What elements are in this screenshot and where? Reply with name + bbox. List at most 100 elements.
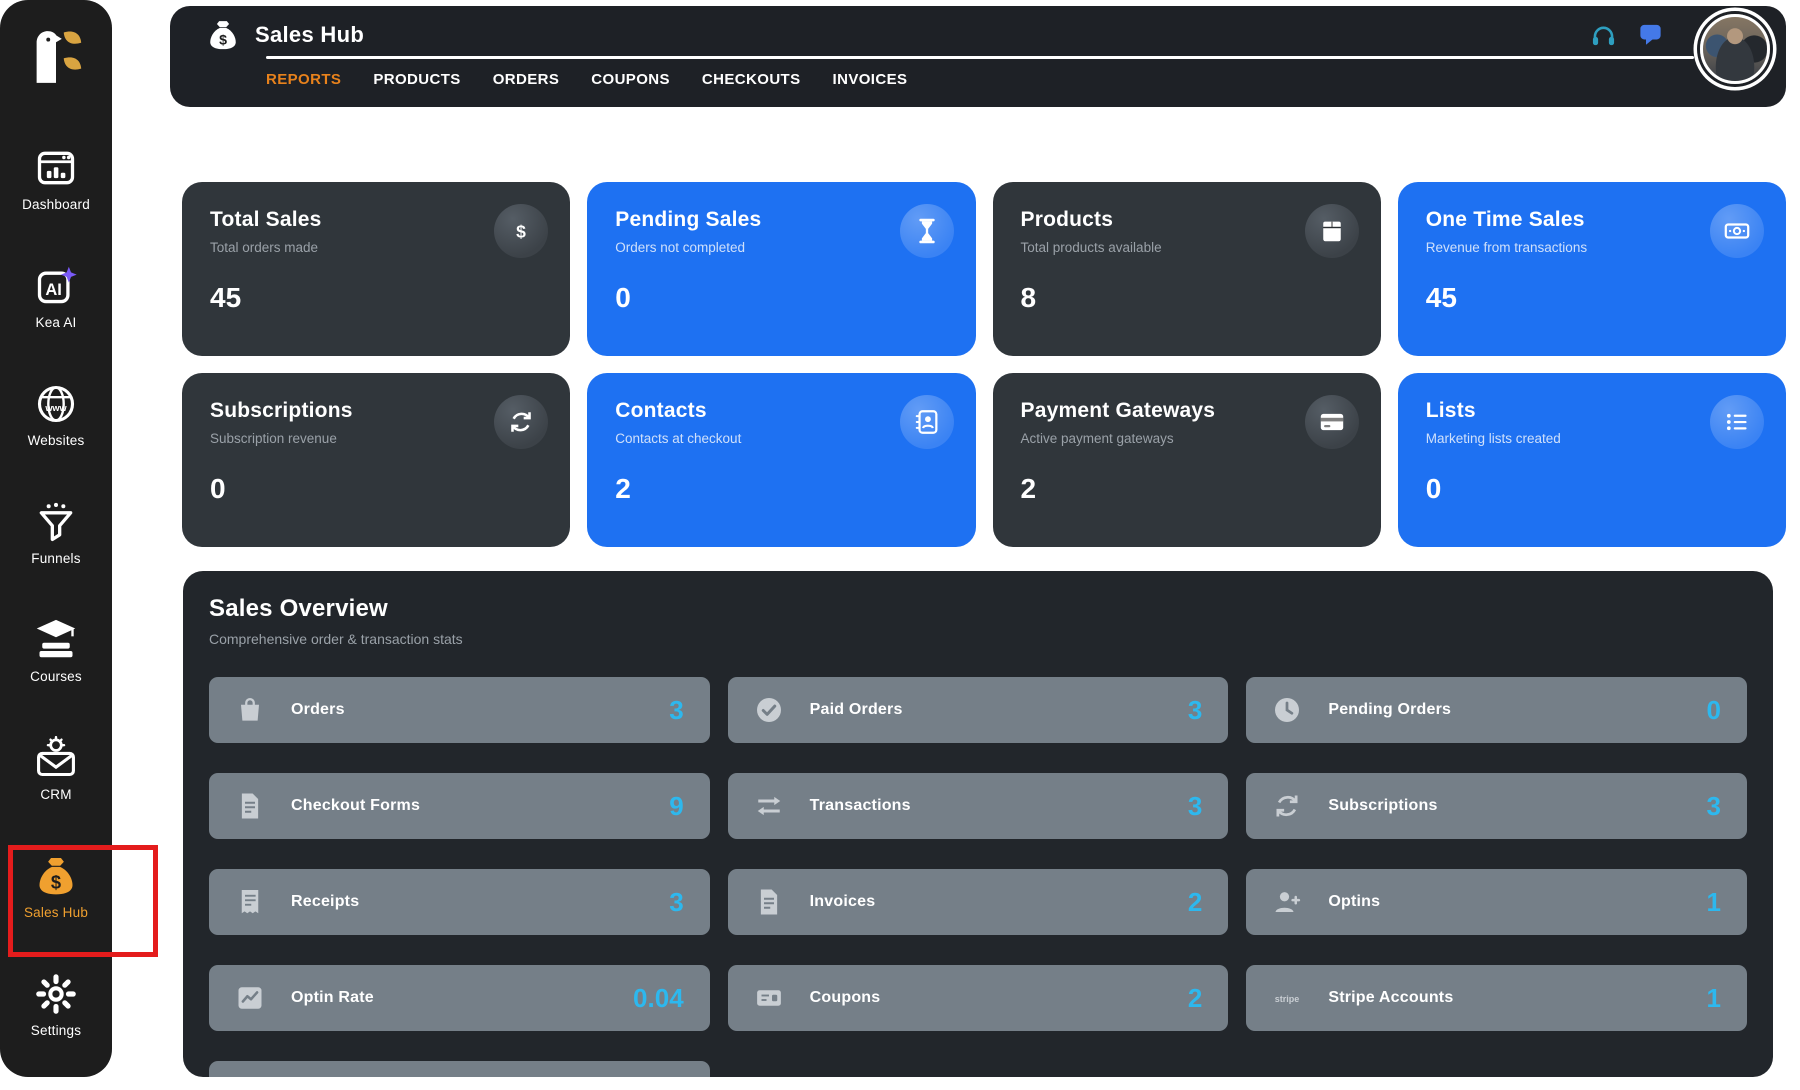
dollar-icon	[494, 204, 548, 258]
dashboard-icon	[34, 146, 78, 190]
graduation-cap-icon	[34, 618, 78, 662]
tab-reports[interactable]: REPORTS	[266, 71, 341, 88]
overview-label: Orders	[291, 701, 345, 719]
overview-label: Coupons	[810, 989, 881, 1007]
stat-card-products: Products Total products available 8	[993, 182, 1381, 356]
overview-label: Subscriptions	[1328, 797, 1437, 815]
tab-checkouts[interactable]: CHECKOUTS	[702, 71, 801, 88]
overview-value: 1	[1707, 983, 1721, 1014]
card-subtitle: Revenue from transactions	[1426, 240, 1758, 255]
headphones-icon[interactable]	[1590, 22, 1617, 49]
overview-value: 2	[1188, 983, 1202, 1014]
page-title: Sales Hub	[255, 22, 364, 48]
sidebar-item-dashboard[interactable]: Dashboard	[0, 146, 112, 218]
receipt-icon	[235, 887, 265, 917]
transfer-arrows-icon	[754, 791, 784, 821]
card-title: Products	[1021, 208, 1353, 232]
overview-row-optin-rate: Optin Rate 0.04	[209, 965, 710, 1031]
header-tabs: REPORTS PRODUCTS ORDERS COUPONS CHECKOUT…	[266, 71, 907, 88]
money-bag-icon	[34, 854, 78, 898]
box-icon	[1305, 204, 1359, 258]
kea-logo	[25, 26, 87, 90]
overview-label: Transactions	[810, 797, 911, 815]
sidebar-item-courses[interactable]: Courses	[0, 618, 112, 690]
overview-grid: Orders 3 Paid Orders 3 Pending Orders 0 …	[209, 677, 1747, 1077]
stat-card-one-time-sales: One Time Sales Revenue from transactions…	[1398, 182, 1786, 356]
overview-value: 3	[1188, 791, 1202, 822]
card-title: Lists	[1426, 399, 1758, 423]
card-value: 45	[1426, 282, 1758, 314]
overview-row-receipts: Receipts 3	[209, 869, 710, 935]
sidebar-item-sales-hub[interactable]: Sales Hub	[0, 854, 112, 926]
card-title: Subscriptions	[210, 399, 542, 423]
header-actions	[1590, 22, 1664, 49]
kea-ai-icon	[34, 264, 78, 308]
refresh-icon	[494, 395, 548, 449]
overview-value: 0	[1707, 695, 1721, 726]
overview-label: Optin Rate	[291, 989, 374, 1007]
overview-row-checkout-forms: Checkout Forms 9	[209, 773, 710, 839]
funnel-icon	[34, 500, 78, 544]
overview-label: Pending Orders	[1328, 701, 1451, 719]
avatar[interactable]	[1700, 14, 1770, 84]
sidebar-item-kea-ai[interactable]: Kea AI	[0, 264, 112, 336]
tab-coupons[interactable]: COUPONS	[591, 71, 670, 88]
tab-invoices[interactable]: INVOICES	[833, 71, 908, 88]
sidebar-item-label: Sales Hub	[24, 905, 88, 920]
overview-label: Optins	[1328, 893, 1380, 911]
overview-value: 3	[1188, 695, 1202, 726]
card-subtitle: Marketing lists created	[1426, 431, 1758, 446]
sidebar-item-settings[interactable]: Settings	[0, 972, 112, 1044]
stat-card-total-sales: Total Sales Total orders made 45	[182, 182, 570, 356]
header: Sales Hub REPORTS PRODUCTS ORDERS COUPON…	[170, 6, 1786, 107]
card-subtitle: Orders not completed	[615, 240, 947, 255]
sidebar: Dashboard Kea AI Websites Funnels Course…	[0, 0, 112, 1077]
chart-icon	[235, 983, 265, 1013]
globe-icon	[34, 382, 78, 426]
card-title: Payment Gateways	[1021, 399, 1353, 423]
stat-card-pending-sales: Pending Sales Orders not completed 0	[587, 182, 975, 356]
overview-row-stripe-accounts: Stripe Accounts 1	[1246, 965, 1747, 1031]
overview-row-orders: Orders 3	[209, 677, 710, 743]
overview-value: 3	[669, 695, 683, 726]
card-value: 2	[615, 473, 947, 505]
tab-products[interactable]: PRODUCTS	[373, 71, 460, 88]
gear-icon	[34, 972, 78, 1016]
card-title: One Time Sales	[1426, 208, 1758, 232]
cash-icon	[1710, 204, 1764, 258]
sidebar-item-funnels[interactable]: Funnels	[0, 500, 112, 572]
card-value: 0	[210, 473, 542, 505]
card-subtitle: Active payment gateways	[1021, 431, 1353, 446]
money-bag-icon	[206, 18, 240, 52]
tab-orders[interactable]: ORDERS	[493, 71, 560, 88]
card-value: 0	[615, 282, 947, 314]
stripe-wordmark-icon	[1272, 983, 1302, 1013]
header-divider	[266, 56, 1694, 59]
sidebar-item-label: Courses	[30, 669, 82, 684]
stat-card-payment-gateways: Payment Gateways Active payment gateways…	[993, 373, 1381, 547]
card-subtitle: Contacts at checkout	[615, 431, 947, 446]
section-subtitle: Comprehensive order & transaction stats	[209, 631, 1747, 647]
stat-card-lists: Lists Marketing lists created 0	[1398, 373, 1786, 547]
overview-row-invoices: Invoices 2	[728, 869, 1229, 935]
overview-value: 3	[1707, 791, 1721, 822]
invoice-icon	[754, 887, 784, 917]
overview-row-optins: Optins 1	[1246, 869, 1747, 935]
sidebar-item-label: Funnels	[31, 551, 80, 566]
overview-label: Paid Orders	[810, 701, 903, 719]
sidebar-item-label: Kea AI	[36, 315, 77, 330]
shopping-bag-icon	[235, 695, 265, 725]
chat-bubble-icon[interactable]	[1637, 22, 1664, 49]
credit-card-icon	[1305, 395, 1359, 449]
person-plus-icon	[1272, 887, 1302, 917]
overview-value: 1	[1707, 887, 1721, 918]
card-subtitle: Total products available	[1021, 240, 1353, 255]
hourglass-icon	[900, 204, 954, 258]
card-title: Total Sales	[210, 208, 542, 232]
sidebar-item-crm[interactable]: CRM	[0, 736, 112, 808]
sidebar-item-websites[interactable]: Websites	[0, 382, 112, 454]
card-value: 2	[1021, 473, 1353, 505]
stat-card-subscriptions: Subscriptions Subscription revenue 0	[182, 373, 570, 547]
refresh-icon	[1272, 791, 1302, 821]
overview-label: Invoices	[810, 893, 876, 911]
